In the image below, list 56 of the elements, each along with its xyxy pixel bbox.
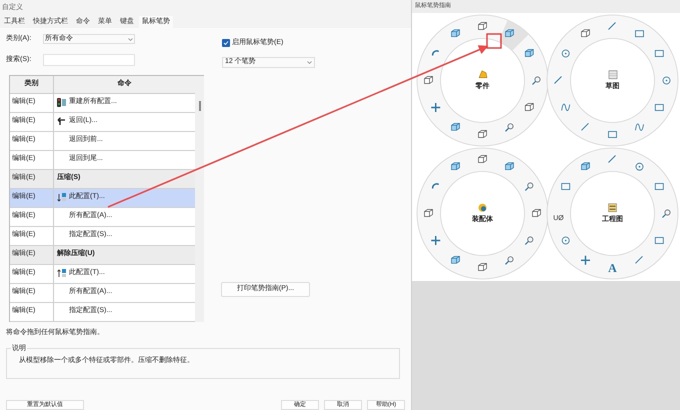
line-icon[interactable] [581,122,589,131]
line-icon[interactable] [608,155,616,163]
rectangle-icon[interactable] [654,104,664,111]
rectangle-icon[interactable] [635,30,644,38]
wireframe-cube-icon[interactable] [424,209,433,217]
down-arrow-icon [57,193,66,202]
cube-icon[interactable] [524,49,534,57]
cube-icon[interactable] [505,29,514,38]
undo-arrow-icon [57,117,66,126]
wireframe-cube-icon[interactable] [478,22,487,30]
wireframe-cube-icon[interactable] [478,130,487,138]
magnifier-icon[interactable] [532,76,540,85]
spline-icon[interactable] [561,104,570,112]
rectangle-icon[interactable] [608,131,617,138]
magnifier-icon[interactable] [524,236,534,245]
circle-icon[interactable] [662,76,670,84]
magnifier-icon[interactable] [505,123,514,132]
wireframe-cube-icon[interactable] [424,76,433,84]
cube-icon[interactable] [505,162,514,170]
circle-icon[interactable] [562,236,570,244]
circle-icon[interactable] [562,50,570,58]
line-icon[interactable] [608,22,616,30]
magnifier-icon[interactable] [662,210,670,218]
highlight-box [486,33,502,49]
rectangle-icon[interactable] [654,237,664,244]
checkbox[interactable] [222,39,230,48]
cube-icon[interactable] [451,256,460,264]
caret-icon [307,60,312,64]
wireframe-cube-icon[interactable] [524,103,534,111]
rebuild-icon [57,98,66,107]
wireframe-cube-icon[interactable] [478,155,487,163]
line-icon[interactable] [635,256,643,264]
cube-icon[interactable] [581,162,590,170]
gesture-glyph[interactable]: A [608,258,617,276]
up-arrow-icon [57,269,66,278]
wireframe-cube-icon[interactable] [478,263,487,271]
part-icon [478,69,488,80]
search-field[interactable] [43,54,135,66]
move-icon[interactable] [580,255,591,266]
move-icon[interactable] [430,235,441,246]
circle-icon[interactable] [636,162,644,171]
rectangle-icon[interactable] [654,50,664,57]
scrollbar-thumb[interactable] [198,100,200,110]
cube-icon[interactable] [451,29,460,38]
spline-icon[interactable] [635,123,644,131]
line-icon[interactable] [554,76,562,84]
wireframe-cube-icon[interactable] [581,29,590,38]
magnifier-icon[interactable] [524,182,534,191]
wireframe-cube-icon[interactable] [532,209,541,217]
magnifier-icon[interactable] [505,256,514,265]
rectangle-icon[interactable] [561,183,570,190]
cube-icon[interactable] [451,162,460,170]
caret-icon [128,38,133,40]
cube-icon[interactable] [451,122,460,131]
move-icon[interactable] [430,102,441,113]
rectangle-icon[interactable] [654,183,664,190]
